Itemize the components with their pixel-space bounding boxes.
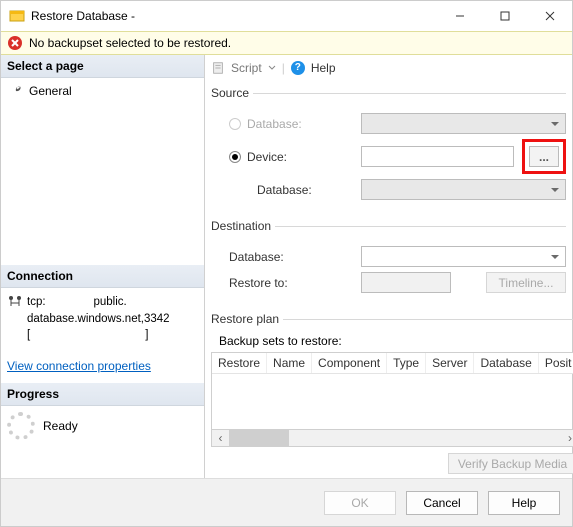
help-button[interactable]: Help bbox=[488, 491, 560, 515]
source-database-label: Database: bbox=[247, 117, 302, 131]
select-page-header: Select a page bbox=[1, 55, 204, 78]
error-text: No backupset selected to be restored. bbox=[29, 36, 231, 50]
restore-to-label: Restore to: bbox=[229, 276, 288, 290]
backup-sets-table[interactable]: Restore Name Component Type Server Datab… bbox=[211, 352, 573, 430]
device-path-input[interactable] bbox=[361, 146, 514, 167]
restore-database-dialog: Restore Database - No backupset selected… bbox=[0, 0, 573, 527]
restore-plan-legend: Restore plan bbox=[211, 312, 283, 326]
dialog-footer: OK Cancel Help bbox=[1, 478, 572, 526]
col-restore[interactable]: Restore bbox=[212, 353, 267, 373]
verify-backup-media-button[interactable]: Verify Backup Media bbox=[448, 453, 573, 474]
progress-status: Ready bbox=[43, 419, 78, 433]
connection-line: tcp: public. bbox=[27, 294, 170, 310]
dest-database-label: Database: bbox=[229, 250, 284, 264]
window-title: Restore Database - bbox=[31, 9, 135, 23]
restore-plan-group: Restore plan Backup sets to restore: Res… bbox=[211, 312, 573, 474]
ok-button[interactable]: OK bbox=[324, 491, 396, 515]
connection-header: Connection bbox=[1, 265, 204, 288]
progress-header: Progress bbox=[1, 383, 204, 406]
app-icon bbox=[9, 8, 25, 24]
browse-device-button[interactable]: ... bbox=[529, 146, 559, 167]
sidebar-item-general[interactable]: General bbox=[7, 82, 198, 100]
source-legend: Source bbox=[211, 86, 253, 100]
scroll-right-icon[interactable]: › bbox=[562, 430, 573, 446]
sidebar: Select a page General Connection tcp: pu… bbox=[1, 55, 205, 478]
connection-line: database.windows.net,3342 bbox=[27, 311, 170, 327]
source-database-combo[interactable] bbox=[361, 113, 566, 134]
script-icon bbox=[211, 61, 225, 75]
col-position[interactable]: Posit bbox=[539, 353, 573, 373]
table-header: Restore Name Component Type Server Datab… bbox=[212, 353, 573, 374]
error-bar: No backupset selected to be restored. bbox=[1, 31, 572, 55]
chevron-down-icon[interactable] bbox=[268, 64, 276, 72]
backup-sets-label: Backup sets to restore: bbox=[211, 334, 573, 348]
source-database-radio[interactable] bbox=[229, 118, 241, 130]
help-icon: ? bbox=[291, 61, 305, 75]
source-subdatabase-label: Database: bbox=[257, 183, 312, 197]
destination-legend: Destination bbox=[211, 219, 275, 233]
toolbar: Script | ? Help bbox=[211, 59, 566, 76]
minimize-button[interactable] bbox=[437, 1, 482, 31]
progress-spinner-icon bbox=[7, 412, 35, 440]
content-area: Select a page General Connection tcp: pu… bbox=[1, 55, 572, 478]
titlebar: Restore Database - bbox=[1, 1, 572, 31]
error-icon bbox=[7, 35, 23, 51]
help-button[interactable]: Help bbox=[311, 61, 336, 75]
timeline-button[interactable]: Timeline... bbox=[486, 272, 566, 293]
source-subdatabase-combo[interactable] bbox=[361, 179, 566, 200]
script-button[interactable]: Script bbox=[231, 61, 262, 75]
col-component[interactable]: Component bbox=[312, 353, 387, 373]
sidebar-item-label: General bbox=[29, 84, 72, 98]
source-device-radio[interactable] bbox=[229, 151, 241, 163]
scroll-thumb[interactable] bbox=[229, 430, 289, 446]
source-device-label: Device: bbox=[247, 150, 287, 164]
server-icon bbox=[7, 294, 23, 310]
source-group: Source Database: Device: bbox=[211, 86, 566, 205]
horizontal-scrollbar[interactable]: ‹ › bbox=[211, 430, 573, 447]
dest-database-combo[interactable] bbox=[361, 246, 566, 267]
close-button[interactable] bbox=[527, 1, 572, 31]
wrench-icon bbox=[9, 84, 23, 98]
cancel-button[interactable]: Cancel bbox=[406, 491, 478, 515]
col-type[interactable]: Type bbox=[387, 353, 426, 373]
highlight-frame: ... bbox=[522, 139, 566, 174]
scroll-left-icon[interactable]: ‹ bbox=[212, 430, 229, 446]
destination-group: Destination Database: Restore to: Timeli… bbox=[211, 219, 566, 298]
col-server[interactable]: Server bbox=[426, 353, 474, 373]
col-database[interactable]: Database bbox=[474, 353, 538, 373]
restore-to-input bbox=[361, 272, 451, 293]
maximize-button[interactable] bbox=[482, 1, 527, 31]
col-name[interactable]: Name bbox=[267, 353, 312, 373]
view-connection-properties-link[interactable]: View connection properties bbox=[7, 359, 204, 373]
connection-line: [ ] bbox=[27, 327, 170, 343]
main-panel: Script | ? Help Source Database: bbox=[205, 55, 572, 478]
